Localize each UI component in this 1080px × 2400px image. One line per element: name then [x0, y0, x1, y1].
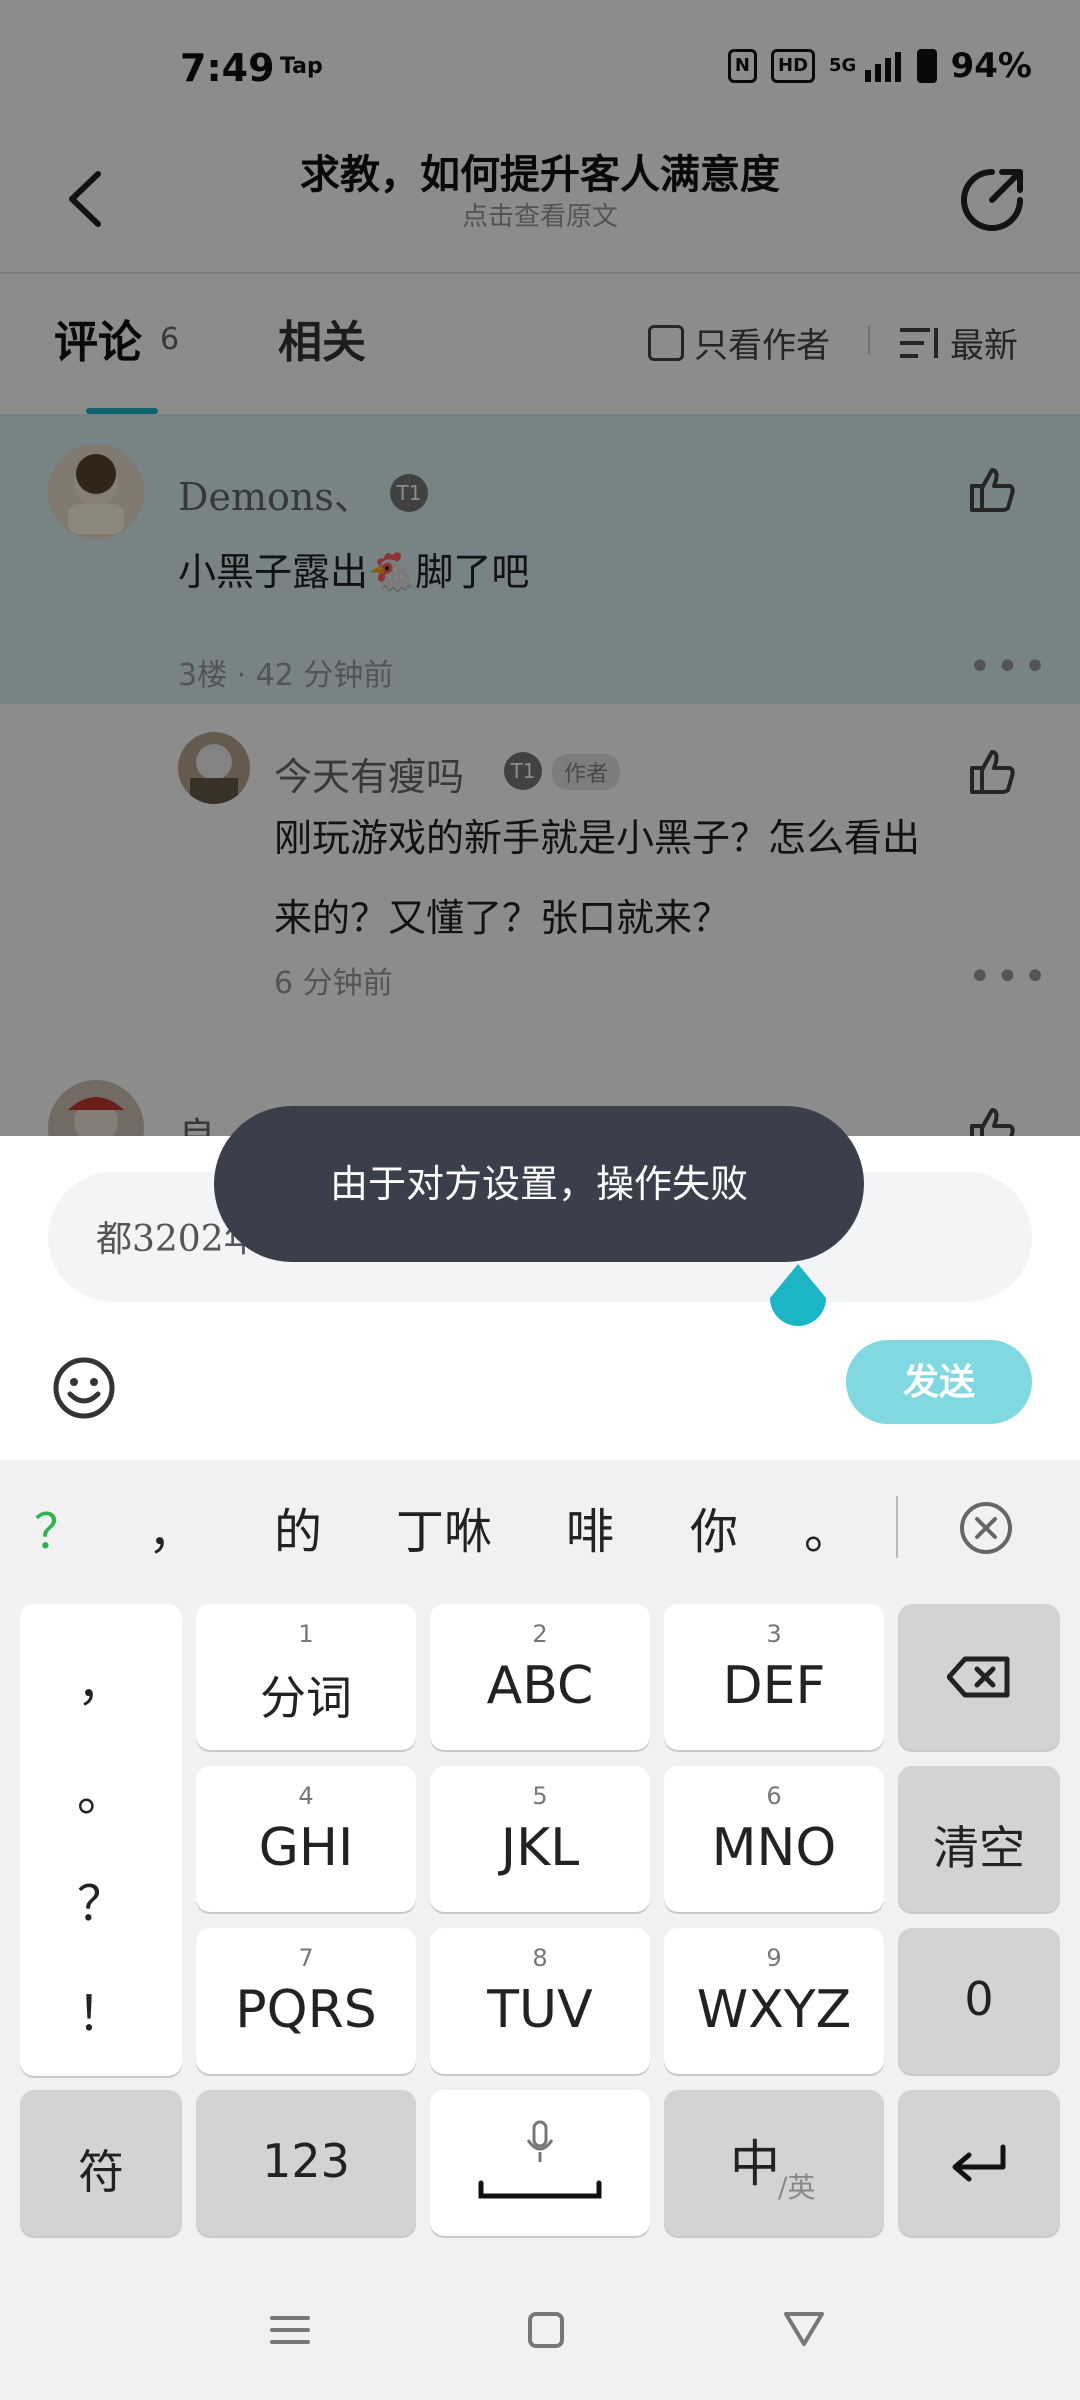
send-button[interactable]: 发送: [846, 1340, 1032, 1424]
modal-overlay[interactable]: [0, 0, 1080, 1136]
key-9[interactable]: 9 WXYZ: [664, 1928, 884, 2074]
divider: [896, 1496, 898, 1558]
punctuation-column[interactable]: ， 。 ？ ！: [20, 1604, 182, 2076]
candidate-item[interactable]: 你: [690, 1492, 738, 1562]
key-4[interactable]: 4 GHI: [196, 1766, 416, 1912]
key-1[interactable]: 1 分词: [196, 1604, 416, 1750]
key-3[interactable]: 3 DEF: [664, 1604, 884, 1750]
microphone-icon: [526, 2120, 554, 2162]
key-5[interactable]: 5 JKL: [430, 1766, 650, 1912]
punct-key[interactable]: 。: [20, 1754, 182, 1824]
key-2[interactable]: 2 ABC: [430, 1604, 650, 1750]
candidate-item[interactable]: 的: [274, 1492, 322, 1562]
punct-key[interactable]: ！: [20, 1974, 182, 2044]
close-candidates-icon[interactable]: [958, 1500, 1014, 1556]
backspace-icon: [947, 1656, 1010, 1698]
key-0[interactable]: 0: [898, 1928, 1060, 2074]
key-6[interactable]: 6 MNO: [664, 1766, 884, 1912]
space-bar-icon: [478, 2180, 602, 2199]
space-key[interactable]: [430, 2090, 650, 2236]
backspace-button[interactable]: [898, 1604, 1060, 1750]
candidate-item[interactable]: 丁咻: [396, 1492, 492, 1562]
emoji-icon[interactable]: [52, 1356, 116, 1420]
text-cursor-handle[interactable]: [768, 1262, 828, 1334]
home-icon[interactable]: [516, 2300, 576, 2360]
error-toast: 由于对方设置，操作失败: [214, 1106, 864, 1262]
key-7[interactable]: 7 PQRS: [196, 1928, 416, 2074]
candidate-item[interactable]: 。: [804, 1492, 852, 1562]
enter-button[interactable]: [898, 2090, 1060, 2236]
punct-key[interactable]: ？: [20, 1864, 182, 1934]
symbol-key[interactable]: 符: [20, 2090, 182, 2236]
key-8[interactable]: 8 TUV: [430, 1928, 650, 2074]
back-icon[interactable]: [774, 2300, 834, 2360]
punct-key[interactable]: ，: [20, 1644, 182, 1714]
candidate-item[interactable]: ？: [34, 1492, 82, 1562]
recents-icon[interactable]: [260, 2300, 320, 2360]
enter-icon: [952, 2144, 1006, 2182]
candidate-item[interactable]: ，: [148, 1492, 196, 1562]
numeric-key[interactable]: 123: [196, 2090, 416, 2236]
clear-button[interactable]: 清空: [898, 1766, 1060, 1912]
candidate-item[interactable]: 啡: [566, 1492, 614, 1562]
language-toggle-key[interactable]: 中 /英: [664, 2090, 884, 2236]
